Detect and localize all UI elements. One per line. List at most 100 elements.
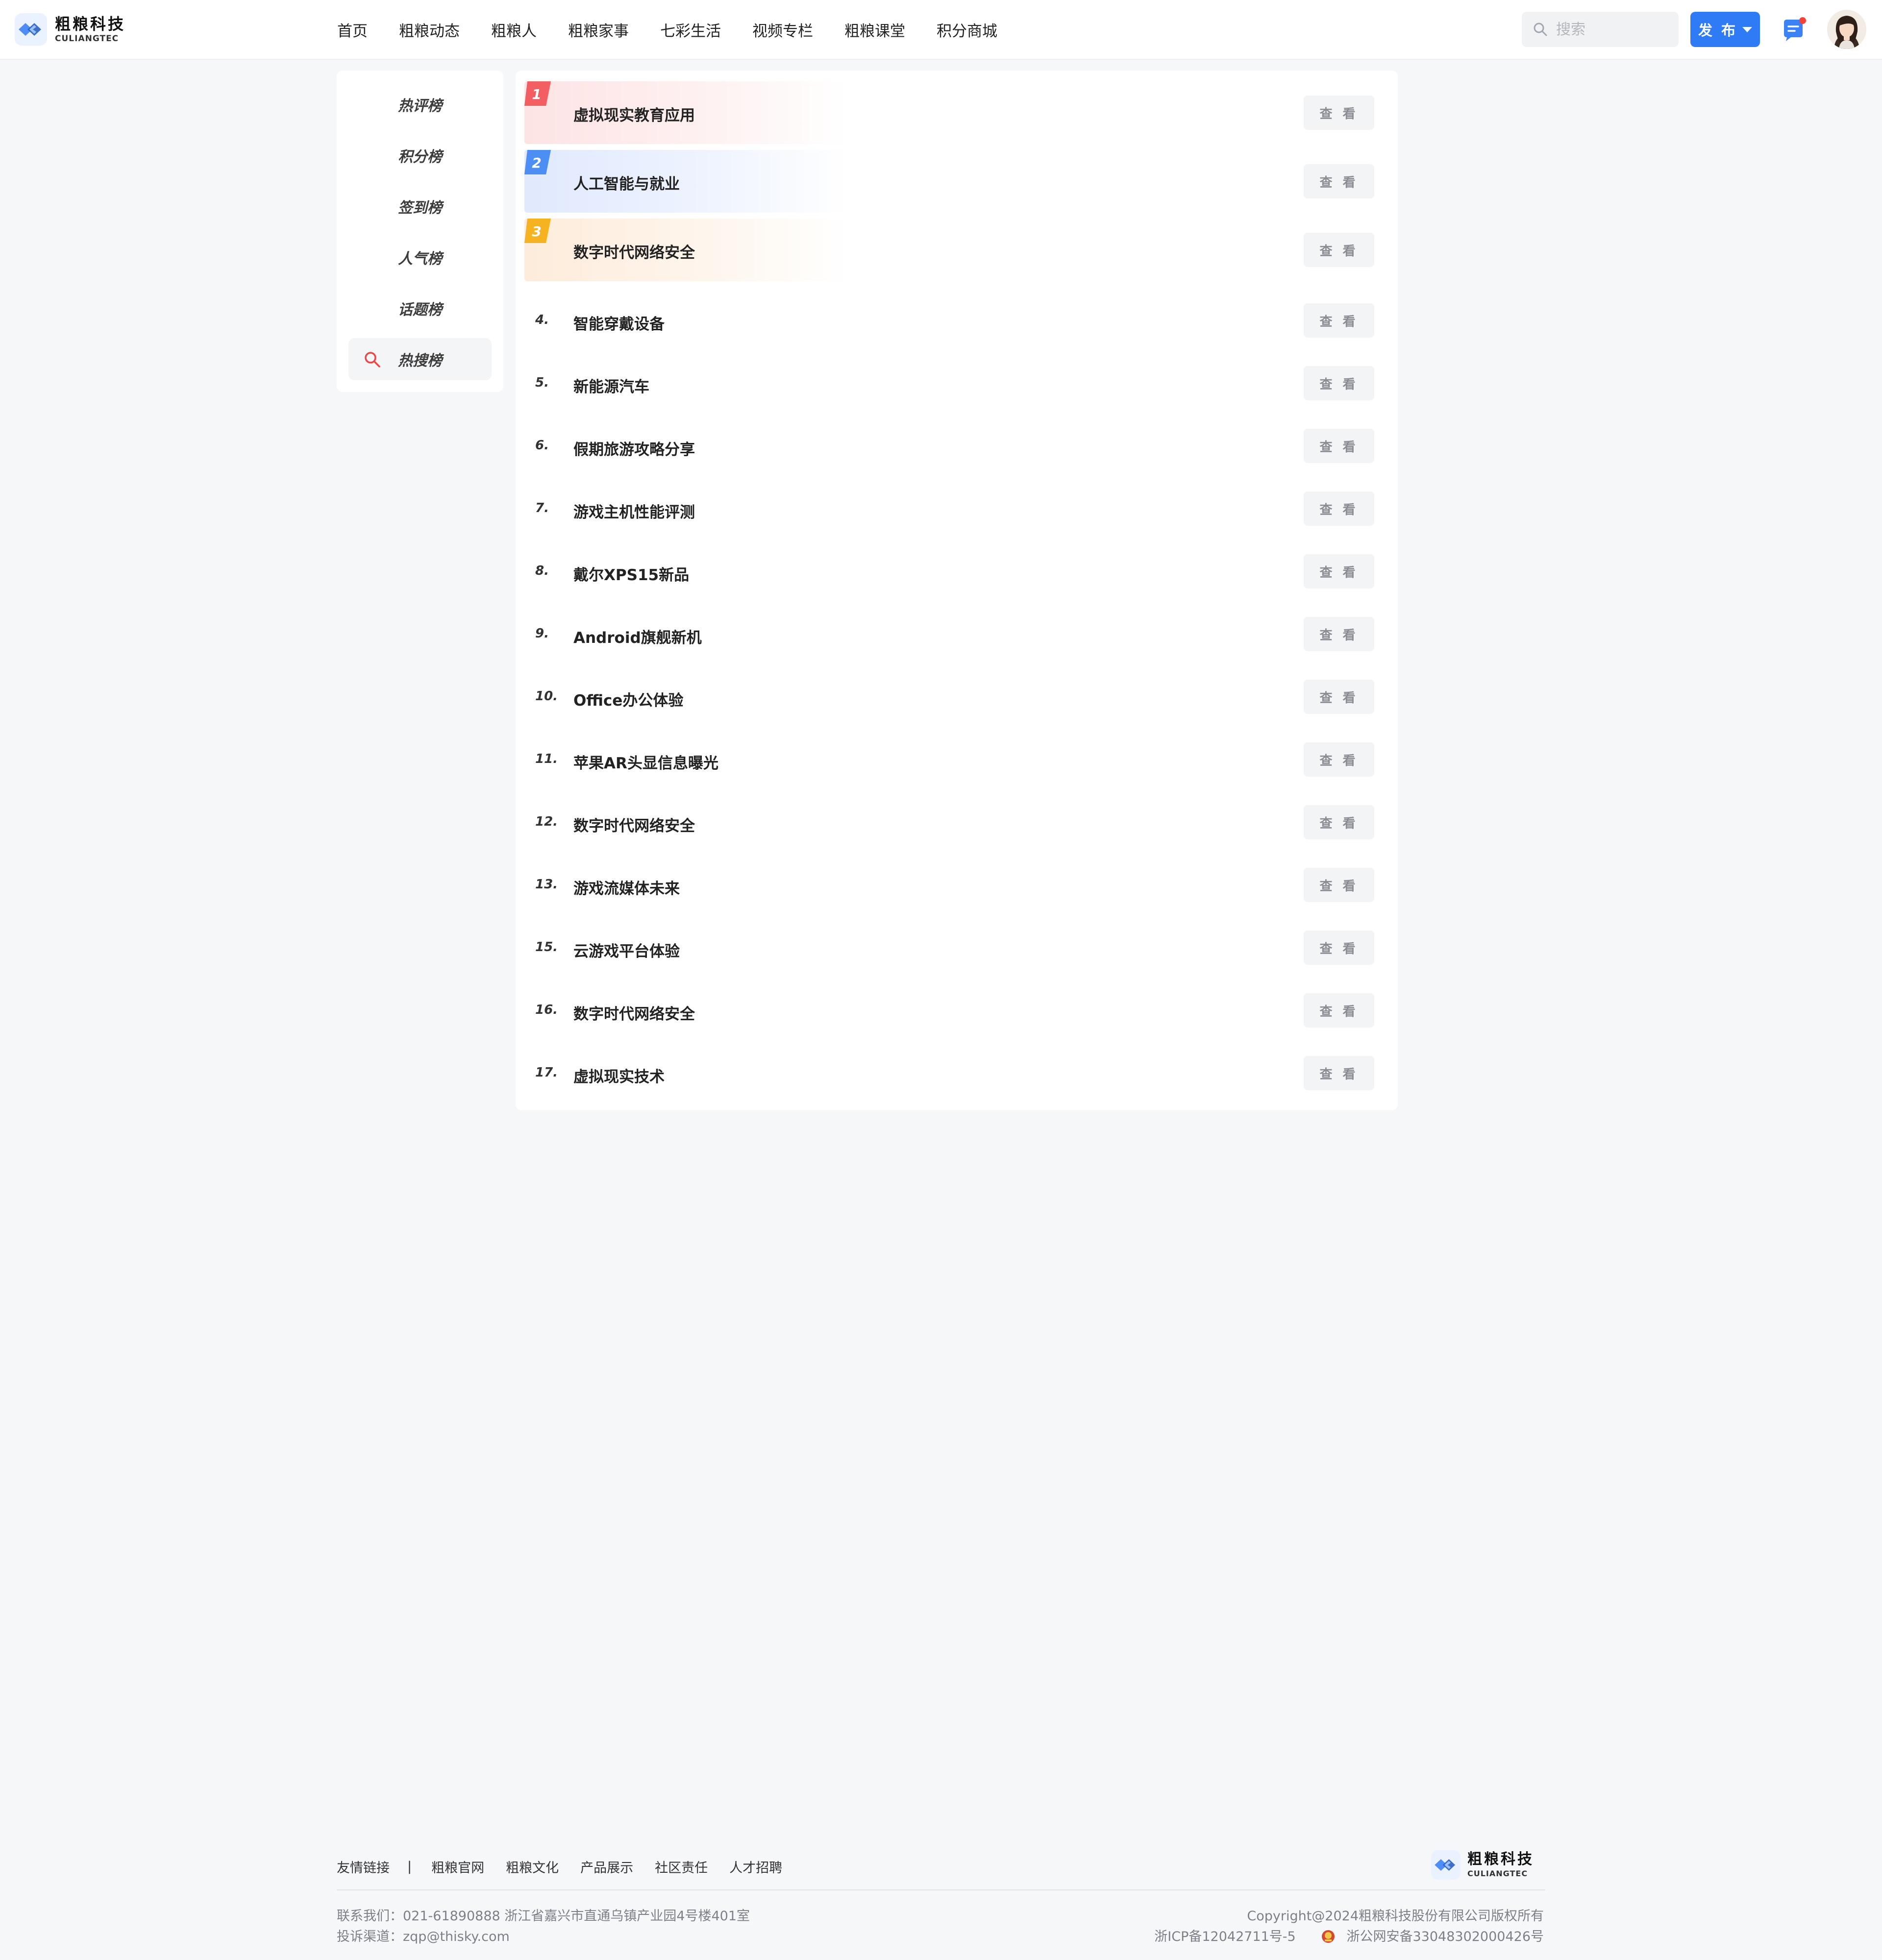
publish-label: 发 布 [1698, 22, 1738, 39]
avatar[interactable] [1827, 10, 1866, 49]
sidebar-item-checkin[interactable]: 签到榜 [348, 185, 492, 227]
nav-colorful-life[interactable]: 七彩生活 [660, 19, 721, 41]
list-item[interactable]: 3 数字时代网络安全 查 看 [524, 219, 1389, 281]
rank-number: 15. [535, 940, 558, 955]
item-title[interactable]: 数字时代网络安全 [573, 813, 695, 835]
site-logo[interactable]: 粗粮科技 CULIANGTEC [15, 13, 125, 46]
list-item[interactable]: 5. 新能源汽车 查 看 [524, 359, 1389, 408]
item-title[interactable]: 人工智能与就业 [573, 172, 680, 194]
list-item[interactable]: 6. 假期旅游攻略分享 查 看 [524, 421, 1389, 470]
nav-home[interactable]: 首页 [337, 19, 368, 41]
view-button[interactable]: 查 看 [1304, 805, 1374, 839]
item-title[interactable]: 数字时代网络安全 [573, 1002, 695, 1024]
chat-bubble-icon[interactable] [1780, 17, 1808, 44]
search-input[interactable] [1555, 20, 1665, 39]
nav-people[interactable]: 粗粮人 [491, 19, 537, 41]
item-title[interactable]: 游戏主机性能评测 [573, 500, 695, 522]
sidebar-item-label: 热搜榜 [398, 352, 442, 369]
rank-badge: 2 [524, 150, 551, 174]
item-title[interactable]: Office办公体验 [573, 688, 683, 710]
logo-name: 粗粮科技 [1467, 1851, 1534, 1868]
footer-divider [337, 1889, 1545, 1890]
list-item[interactable]: 12. 数字时代网络安全 查 看 [524, 798, 1389, 847]
view-button[interactable]: 查 看 [1304, 164, 1374, 198]
view-button[interactable]: 查 看 [1304, 96, 1374, 130]
item-title[interactable]: 假期旅游攻略分享 [573, 437, 695, 459]
item-title[interactable]: 云游戏平台体验 [573, 939, 680, 961]
footer-link-products[interactable]: 产品展示 [580, 1857, 633, 1876]
view-button[interactable]: 查 看 [1304, 742, 1374, 777]
view-button[interactable]: 查 看 [1304, 868, 1374, 902]
list-item[interactable]: 9. Android旗舰新机 查 看 [524, 610, 1389, 659]
nav-family-affairs[interactable]: 粗粮家事 [568, 19, 629, 41]
list-item[interactable]: 10. Office办公体验 查 看 [524, 672, 1389, 721]
view-button[interactable]: 查 看 [1304, 931, 1374, 965]
view-button[interactable]: 查 看 [1304, 303, 1374, 338]
sidebar-item-hot-comments[interactable]: 热评榜 [348, 83, 492, 125]
list-item[interactable]: 7. 游戏主机性能评测 查 看 [524, 484, 1389, 533]
list-item[interactable]: 1 虚拟现实教育应用 查 看 [524, 81, 1389, 144]
rank-number: 12. [535, 814, 558, 829]
list-item[interactable]: 11. 苹果AR头显信息曝光 查 看 [524, 735, 1389, 784]
list-item[interactable]: 4. 智能穿戴设备 查 看 [524, 296, 1389, 345]
view-button[interactable]: 查 看 [1304, 993, 1374, 1028]
item-title[interactable]: 苹果AR头显信息曝光 [573, 751, 718, 773]
publish-button[interactable]: 发 布 [1690, 12, 1760, 47]
footer-logo: 粗粮科技 CULIANGTEC [1431, 1850, 1534, 1880]
police-badge-icon [1321, 1930, 1335, 1943]
footer-link-culture[interactable]: 粗粮文化 [506, 1857, 559, 1876]
footer-link-official-site[interactable]: 粗粮官网 [431, 1857, 484, 1876]
sidebar-item-topics[interactable]: 话题榜 [348, 287, 492, 329]
copyright: Copyright@2024粗粮科技股份有限公司版权所有 [1247, 1909, 1544, 1924]
svg-text:3: 3 [532, 223, 541, 240]
list-item[interactable]: 8. 戴尔XPS15新品 查 看 [524, 547, 1389, 596]
registration-info: 浙ICP备12042711号-5 浙公网安备33048302000426号 [1154, 1926, 1544, 1945]
sidebar-item-hot-search[interactable]: 热搜榜 [348, 338, 492, 380]
rank-number: 11. [535, 752, 558, 766]
nav-points-mall[interactable]: 积分商城 [937, 19, 997, 41]
item-title[interactable]: 智能穿戴设备 [573, 312, 665, 334]
view-button[interactable]: 查 看 [1304, 554, 1374, 588]
view-button[interactable]: 查 看 [1304, 1056, 1374, 1090]
logo-name: 粗粮科技 [55, 14, 126, 33]
view-button[interactable]: 查 看 [1304, 491, 1374, 526]
list-item[interactable]: 15. 云游戏平台体验 查 看 [524, 923, 1389, 972]
link-separator: | [407, 1859, 412, 1874]
item-title[interactable]: Android旗舰新机 [573, 625, 702, 647]
list-item[interactable]: 16. 数字时代网络安全 查 看 [524, 986, 1389, 1035]
view-button[interactable]: 查 看 [1304, 366, 1374, 400]
rank-badge: 1 [524, 81, 551, 106]
item-title[interactable]: 数字时代网络安全 [573, 240, 695, 262]
rank-number: 7. [535, 501, 549, 515]
item-title[interactable]: 游戏流媒体未来 [573, 876, 680, 898]
rank-highlight [524, 150, 848, 213]
unread-dot [1799, 17, 1806, 24]
search-box[interactable] [1522, 12, 1679, 47]
rank-number: 13. [535, 877, 558, 892]
list-item[interactable]: 13. 游戏流媒体未来 查 看 [524, 860, 1389, 909]
rank-number: 5. [535, 375, 549, 390]
sidebar-item-popularity[interactable]: 人气榜 [348, 236, 492, 278]
item-title[interactable]: 戴尔XPS15新品 [573, 563, 689, 585]
sidebar-item-label: 热评榜 [398, 98, 442, 115]
nav-classroom[interactable]: 粗粮课堂 [844, 19, 905, 41]
view-button[interactable]: 查 看 [1304, 233, 1374, 267]
list-item[interactable]: 17. 虚拟现实技术 查 看 [524, 1049, 1389, 1098]
leaderboard-sidebar: 热评榜 积分榜 签到榜 人气榜 话题榜 热搜榜 [337, 71, 503, 392]
view-button[interactable]: 查 看 [1304, 429, 1374, 463]
sidebar-item-points[interactable]: 积分榜 [348, 134, 492, 176]
list-item[interactable]: 2 人工智能与就业 查 看 [524, 150, 1389, 213]
nav-news[interactable]: 粗粮动态 [399, 19, 460, 41]
footer-link-careers[interactable]: 人才招聘 [729, 1857, 782, 1876]
view-button[interactable]: 查 看 [1304, 680, 1374, 714]
item-title[interactable]: 虚拟现实教育应用 [573, 103, 695, 125]
sidebar-item-label: 话题榜 [398, 301, 442, 318]
nav-video-column[interactable]: 视频专栏 [752, 19, 813, 41]
friend-links-label: 友情链接 [337, 1861, 390, 1876]
icp-record[interactable]: 浙ICP备12042711号-5 [1154, 1929, 1295, 1944]
item-title[interactable]: 虚拟现实技术 [573, 1064, 665, 1086]
item-title[interactable]: 新能源汽车 [573, 374, 649, 396]
view-button[interactable]: 查 看 [1304, 617, 1374, 651]
police-record[interactable]: 浙公网安备33048302000426号 [1347, 1929, 1544, 1944]
footer-link-community[interactable]: 社区责任 [655, 1857, 708, 1876]
